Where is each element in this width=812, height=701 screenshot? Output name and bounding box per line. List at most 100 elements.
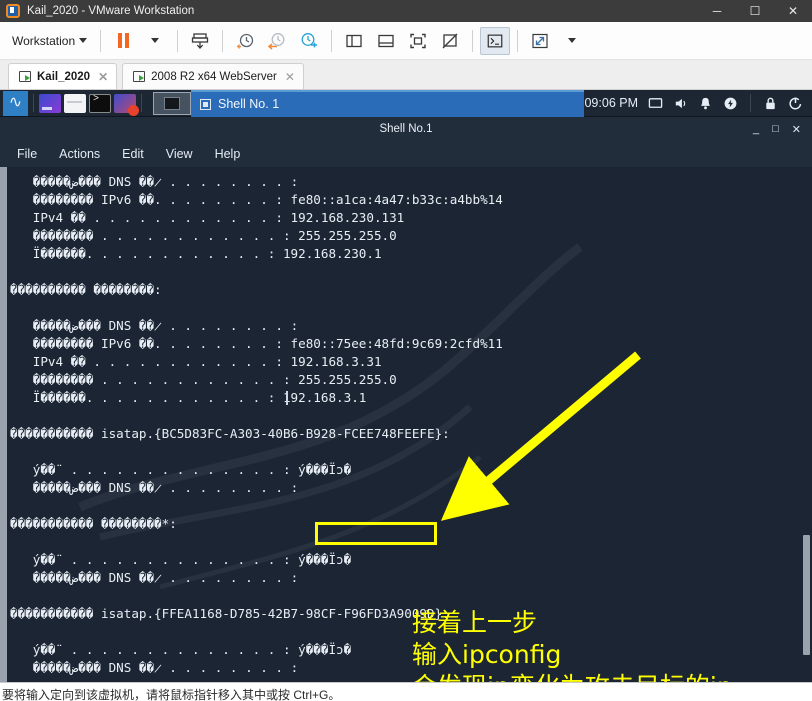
clock: 09:06 PM <box>584 96 638 110</box>
scrollbar-thumb[interactable] <box>803 535 810 655</box>
snapshot-clock-plus-icon <box>237 33 254 48</box>
window-title: Kail_2020 - VMware Workstation <box>27 5 195 17</box>
panel-left-icon <box>346 34 362 47</box>
toolbar-separator <box>222 29 224 52</box>
toolbar-separator <box>331 29 333 52</box>
stretch-arrows-icon <box>532 33 548 48</box>
revert-snapshot-button[interactable] <box>262 27 292 55</box>
bell-icon[interactable] <box>698 96 713 111</box>
terminal-area[interactable]: �����ض��� DNS ��̷ . . . . . . . . : ����… <box>0 167 812 682</box>
take-snapshot-button[interactable] <box>230 27 260 55</box>
toolbar-separator <box>177 29 179 52</box>
menu-help[interactable]: Help <box>215 147 241 161</box>
menu-view[interactable]: View <box>166 147 193 161</box>
vmware-status-bar: 要将输入定向到该虚拟机，请将鼠标指针移入其中或按 Ctrl+G。 <box>0 682 812 701</box>
menu-edit[interactable]: Edit <box>122 147 144 161</box>
lock-icon[interactable] <box>763 96 778 111</box>
pause-vm-button[interactable] <box>108 27 138 55</box>
shell-window-title: Shell No.1 <box>379 123 433 135</box>
workstation-menu-label: Workstation <box>12 33 76 48</box>
ip-highlight-box <box>315 522 437 545</box>
send-ctrl-alt-del-button[interactable] <box>185 27 215 55</box>
minimize-button[interactable]: ─ <box>698 0 736 22</box>
show-thumbnails-button[interactable] <box>371 27 401 55</box>
workstation-menu-button[interactable]: Workstation <box>6 27 93 55</box>
fullscreen-icon <box>410 33 426 48</box>
shell-close-button[interactable]: ✕ <box>792 123 801 136</box>
vm-tab-strip: Kail_2020 ✕ 2008 R2 x64 WebServer ✕ <box>0 60 812 90</box>
shell-maximize-button[interactable]: □ <box>772 123 779 136</box>
terminal-output: �����ض��� DNS ��̷ . . . . . . . . : ����… <box>10 174 503 675</box>
annotation-note-yellow: 接着上一步 输入ipconfig 会发现ip变化为攻击目标的ip 192.168… <box>412 608 733 682</box>
stretch-guest-button[interactable] <box>525 27 555 55</box>
terminal-window-icon <box>200 98 211 110</box>
console-prompt-icon <box>487 34 503 47</box>
vmware-toolbar: Workstation <box>0 22 812 60</box>
chevron-down-icon <box>151 38 160 43</box>
panel-bottom-icon <box>378 34 394 47</box>
snapshot-manager-button[interactable] <box>294 27 324 55</box>
text-cursor <box>286 391 288 405</box>
show-desktop-icon <box>164 96 180 110</box>
chevron-down-icon <box>79 38 88 43</box>
launcher-files[interactable] <box>64 93 86 113</box>
snapshot-manager-icon <box>301 32 318 47</box>
shell-window: Shell No.1 _ □ ✕ File Actions Edit View … <box>0 117 812 682</box>
fullscreen-button[interactable] <box>403 27 433 55</box>
close-icon[interactable]: ✕ <box>98 70 108 84</box>
send-key-icon <box>191 32 209 49</box>
window-controls: ─ ☐ ✕ <box>698 0 812 22</box>
menu-file[interactable]: File <box>17 147 37 161</box>
chevron-down-icon <box>568 38 577 43</box>
toolbar-separator <box>517 29 519 52</box>
panel-launchers: ∿ <box>0 90 191 116</box>
panel-divider <box>33 94 34 112</box>
vmware-workstation-window: Kail_2020 - VMware Workstation ─ ☐ ✕ Wor… <box>0 0 812 701</box>
window-titlebar: Kail_2020 - VMware Workstation ─ ☐ ✕ <box>0 0 812 22</box>
maximize-button[interactable]: ☐ <box>736 0 774 22</box>
power-bolt-icon[interactable] <box>723 96 738 111</box>
taskbar-window-shell[interactable]: Shell No. 1 <box>191 90 585 117</box>
shell-minimize-button[interactable]: _ <box>753 123 759 136</box>
launcher-recorder[interactable] <box>114 93 139 116</box>
menu-actions[interactable]: Actions <box>59 147 100 161</box>
vm-tab-webserver[interactable]: 2008 R2 x64 WebServer ✕ <box>122 63 304 89</box>
snapshot-revert-icon <box>267 32 285 50</box>
pause-icon <box>117 33 129 48</box>
show-desktop-button[interactable] <box>153 91 191 115</box>
vmware-logo-icon <box>6 4 20 18</box>
kali-top-panel: ∿ Shell No. 1 09:06 PM <box>0 90 812 117</box>
system-tray: 09:06 PM <box>584 94 812 112</box>
stretch-dropdown-button[interactable] <box>557 27 587 55</box>
display-icon[interactable] <box>648 96 663 111</box>
shell-titlebar: Shell No.1 _ □ ✕ <box>0 117 812 141</box>
terminal-scrollbar-right[interactable] <box>801 167 812 682</box>
pause-dropdown-button[interactable] <box>140 27 170 55</box>
panel-divider <box>141 94 142 112</box>
launcher-terminal[interactable] <box>89 93 111 113</box>
unity-mode-button[interactable] <box>435 27 465 55</box>
toolbar-separator <box>472 29 474 52</box>
vm-tab-label: Kail_2020 <box>37 70 91 83</box>
toolbar-separator <box>100 29 102 52</box>
close-icon[interactable]: ✕ <box>285 70 295 84</box>
terminal-scrollbar-left[interactable] <box>0 167 7 682</box>
guest-screen: ∿ Shell No. 1 09:06 PM <box>0 90 812 682</box>
tray-divider <box>750 94 751 112</box>
virtual-machine-icon <box>133 71 146 82</box>
taskbar-window-label: Shell No. 1 <box>218 97 280 111</box>
shell-menubar: File Actions Edit View Help <box>0 141 812 167</box>
shell-window-controls: _ □ ✕ <box>753 123 812 136</box>
vm-tab-label: 2008 R2 x64 WebServer <box>151 70 277 83</box>
speaker-icon[interactable] <box>673 96 688 111</box>
unity-mode-icon <box>442 33 458 48</box>
status-bar-text: 要将输入定向到该虚拟机，请将鼠标指针移入其中或按 Ctrl+G。 <box>2 688 341 701</box>
close-button[interactable]: ✕ <box>774 0 812 22</box>
vm-tab-kali[interactable]: Kail_2020 ✕ <box>8 63 118 89</box>
logout-icon[interactable] <box>788 96 803 111</box>
launcher-browser[interactable] <box>39 93 61 113</box>
show-library-button[interactable] <box>339 27 369 55</box>
virtual-machine-icon <box>19 71 31 82</box>
kali-dragon-icon[interactable]: ∿ <box>3 90 28 116</box>
console-view-button[interactable] <box>480 26 511 55</box>
